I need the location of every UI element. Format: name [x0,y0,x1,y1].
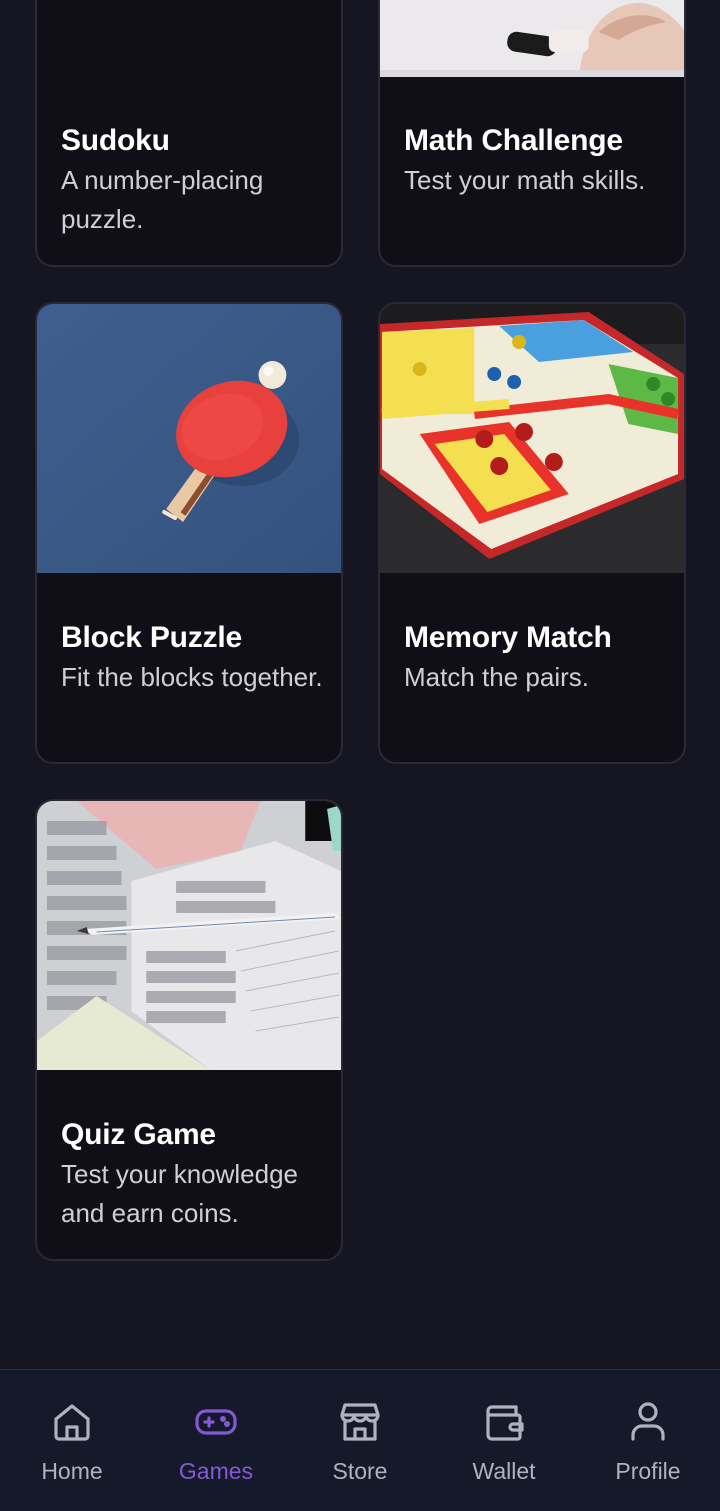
nav-label: Wallet [472,1458,536,1484]
nav-label: Games [178,1458,254,1484]
game-description: Match the pairs. [404,662,589,692]
nav-label: Store [332,1458,388,1484]
nav-item-profile[interactable]: Profile [576,1370,720,1511]
nav-item-games[interactable]: Games [144,1370,288,1511]
nav-item-home[interactable]: Home [0,1370,144,1511]
game-title: Block Puzzle [61,621,242,654]
store-icon [336,1398,384,1446]
home-icon [48,1398,96,1446]
bottom-navigation: Home Games Store Wallet Profile [0,1369,720,1511]
game-card-block-puzzle[interactable]: Block Puzzle Fit the blocks together. [35,302,343,764]
game-image [37,801,341,1070]
game-card-quiz-game[interactable]: Quiz Game Test your knowledge and earn c… [35,799,343,1261]
wallet-icon [480,1398,528,1446]
game-description: Test your knowledge and earn coins. [61,1159,299,1228]
game-title: Memory Match [404,621,612,654]
nav-label: Home [41,1458,103,1484]
person-icon [624,1398,672,1446]
game-image [380,0,684,77]
game-title: Quiz Game [61,1118,216,1151]
nav-item-wallet[interactable]: Wallet [432,1370,576,1511]
nav-label: Profile [615,1458,681,1484]
game-card-sudoku[interactable]: Sudoku A number-placing puzzle. [35,0,343,267]
gamepad-icon [192,1398,240,1446]
game-card-math-challenge[interactable]: Math Challenge Test your math skills. [378,0,686,267]
game-card-memory-match[interactable]: Memory Match Match the pairs. [378,302,686,764]
game-image [37,304,341,573]
games-screen: Sudoku A number-placing puzzle. Math Cha… [0,0,720,1511]
game-description: Fit the blocks together. [61,662,323,692]
nav-item-store[interactable]: Store [288,1370,432,1511]
game-title: Math Challenge [404,124,623,157]
game-title: Sudoku [61,124,170,157]
game-description: Test your math skills. [404,165,646,195]
game-description: A number-placing puzzle. [61,165,264,234]
game-image [380,304,684,573]
